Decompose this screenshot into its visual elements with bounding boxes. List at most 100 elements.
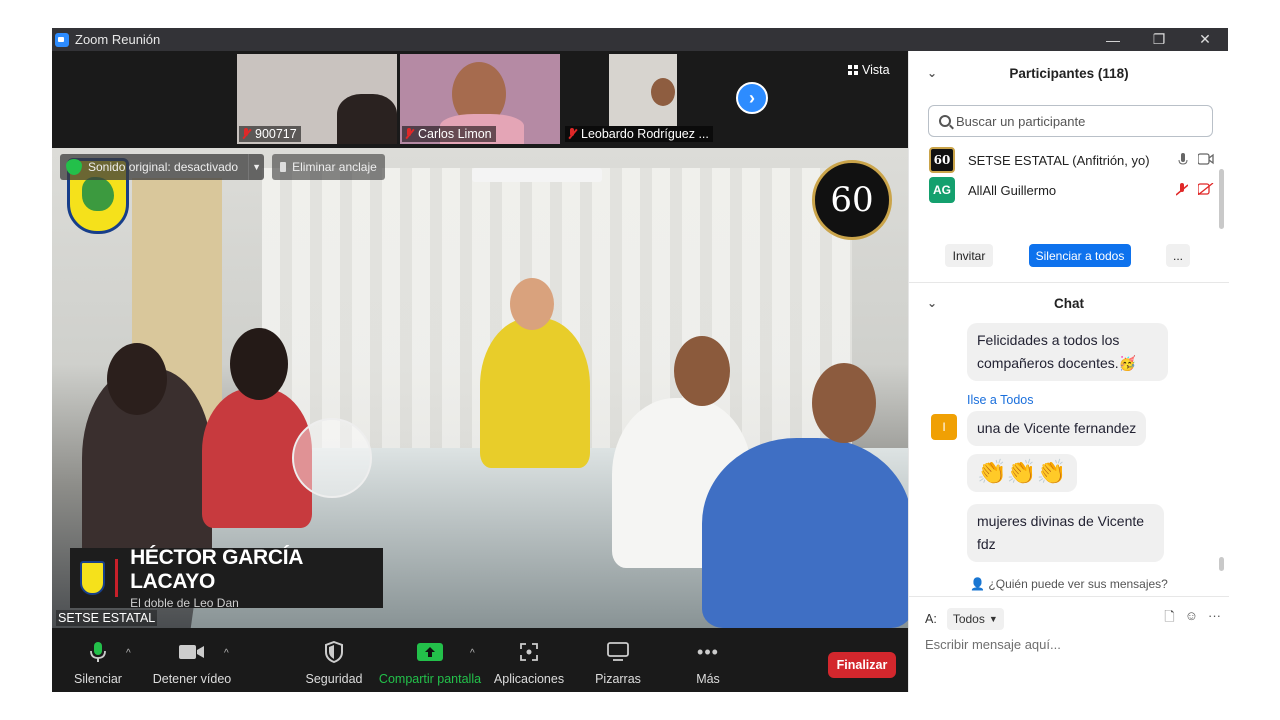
who-can-see-label: ¿Quién puede ver sus mensajes? [988,577,1168,591]
who-can-see-link[interactable]: 👤 ¿Quién puede ver sus mensajes? [909,577,1229,591]
active-speaker-name: SETSE ESTATAL [56,610,158,626]
search-icon [939,115,951,127]
chevron-down-icon[interactable]: ▼ [248,154,264,180]
participant-row[interactable]: 60 SETSE ESTATAL (Anfitrión, yo) [929,145,1214,175]
caption-title: HÉCTOR GARCÍA LACAYO [130,546,303,593]
chat-header: ⌄ Chat [909,283,1229,323]
participant-name: SETSE ESTATAL (Anfitrión, yo) [968,152,1150,168]
original-sound-toggle[interactable]: Sonido original: desactivado ▼ [60,154,265,180]
video-camera-icon [179,641,205,663]
video-off-icon[interactable] [1198,183,1214,195]
avatar: AG [929,177,955,203]
unpin-label: Eliminar anclaje [292,160,377,174]
chevron-right-icon: › [749,87,755,108]
chat-title: Chat [1054,295,1084,311]
participant-search-input[interactable]: Buscar un participante [928,105,1213,137]
mic-muted-icon[interactable] [1176,183,1188,197]
thumbnail-name: 900717 [255,127,297,141]
to-label: A: [925,612,937,626]
title-bar: Zoom Reunión — ❐ ✕ [52,28,1228,51]
apps-button[interactable]: Aplicaciones [492,628,566,692]
meeting-toolbar: Silenciar ^ Detener vídeo ^ Seguridad Co… [52,628,908,692]
chat-message-input[interactable]: Escribir mensaje aquí... [925,637,1215,652]
share-screen-label: Compartir pantalla [378,672,482,686]
share-screen-icon [417,641,443,663]
participant-row[interactable]: AG AllAll Guillermo [929,175,1214,203]
apps-label: Aplicaciones [493,672,565,686]
anniversary-logo: 60 [812,160,892,240]
participant-list-scrollbar[interactable] [1219,169,1224,229]
security-label: Seguridad [305,672,363,686]
more-options-button[interactable]: ... [1166,244,1190,267]
mute-label: Silenciar [74,672,122,686]
minimize-button[interactable]: — [1090,28,1136,51]
search-placeholder: Buscar un participante [956,113,1086,129]
mute-button[interactable]: Silenciar [72,628,124,692]
divider [909,596,1229,597]
whiteboards-label: Pizarras [595,672,641,686]
grid-icon [848,65,858,75]
video-camera-icon[interactable] [1198,153,1214,165]
view-label: Vista [862,63,890,77]
video-area: 900717 Carlos Limon Leobardo Rodríguez .… [52,51,908,628]
microphone-icon [89,641,107,663]
chevron-down-icon[interactable]: ⌄ [927,66,937,80]
participant-name: AllAll Guillermo [968,182,1057,198]
share-options-caret[interactable]: ^ [470,648,475,659]
more-button[interactable]: ••• Más [688,628,728,692]
participants-header: ⌄ Participantes (118) [909,53,1229,93]
invite-button[interactable]: Invitar [945,244,993,267]
window-title: Zoom Reunión [75,32,161,47]
whiteboards-button[interactable]: Pizarras [590,628,646,692]
zoom-logo-icon [55,32,69,47]
restore-button[interactable]: ❐ [1136,28,1182,51]
security-button[interactable]: Seguridad [304,628,364,692]
file-icon[interactable]: 🗋 [1164,608,1174,630]
main-video[interactable]: 60 Sonido original: desactivado ▼ Elimin… [52,148,908,628]
thumbnail-name: Leobardo Rodríguez ... [581,127,709,141]
participant-list: 60 SETSE ESTATAL (Anfitrión, yo) AG AllA… [909,145,1221,203]
video-thumbnail[interactable]: Leobardo Rodríguez ... [563,54,723,144]
avatar: 60 [929,147,955,173]
chat-message: Felicidades a todos los compañeros docen… [967,323,1168,381]
shield-check-icon [66,159,82,175]
chat-scrollbar[interactable] [1219,557,1224,571]
mute-all-button[interactable]: Silenciar a todos [1029,244,1131,267]
avatar: I [931,414,957,440]
shield-icon [325,641,343,663]
more-label: Más [696,672,720,686]
mic-muted-icon [241,128,251,140]
setse-logo [80,561,106,595]
chevron-down-icon: ▼ [988,614,998,624]
side-panel: ⌄ Participantes (118) Buscar un particip… [908,51,1229,692]
video-options-caret[interactable]: ^ [224,648,229,659]
unpin-button[interactable]: Eliminar anclaje [272,154,385,180]
mic-muted-icon [404,128,414,140]
microphone-icon[interactable] [1178,153,1188,167]
stop-video-button[interactable]: Detener vídeo [152,628,232,692]
view-button[interactable]: Vista [848,63,890,77]
pin-icon [280,162,287,172]
caption-subtitle: El doble de Leo Dan [130,596,239,610]
whiteboard-icon [607,641,629,663]
video-thumbnail[interactable]: Carlos Limon [400,54,560,144]
emoji-icon[interactable]: ☺ [1185,608,1198,630]
chevron-down-icon[interactable]: ⌄ [927,296,937,310]
video-thumbnail[interactable]: 900717 [237,54,397,144]
audio-options-caret[interactable]: ^ [126,648,131,659]
thumbnail-strip: 900717 Carlos Limon Leobardo Rodríguez .… [52,51,908,147]
chat-message: 👏👏👏 [967,454,1077,492]
chat-message: una de Vicente fernandez [967,411,1147,446]
share-screen-button[interactable]: Compartir pantalla [378,628,482,692]
more-icon[interactable]: ··· [1208,608,1221,630]
end-meeting-button[interactable]: Finalizar [828,652,896,678]
recipient-select[interactable]: Todos ▼ [946,608,1004,630]
next-page-button[interactable]: › [736,82,768,114]
original-sound-label: Sonido original: desactivado [88,160,239,174]
person-icon: 👤 [970,577,986,591]
close-button[interactable]: ✕ [1182,28,1228,51]
recipient-value: Todos [952,612,985,626]
stop-video-label: Detener vídeo [152,672,232,686]
participants-title: Participantes (118) [1009,65,1129,81]
apps-icon [519,641,539,663]
